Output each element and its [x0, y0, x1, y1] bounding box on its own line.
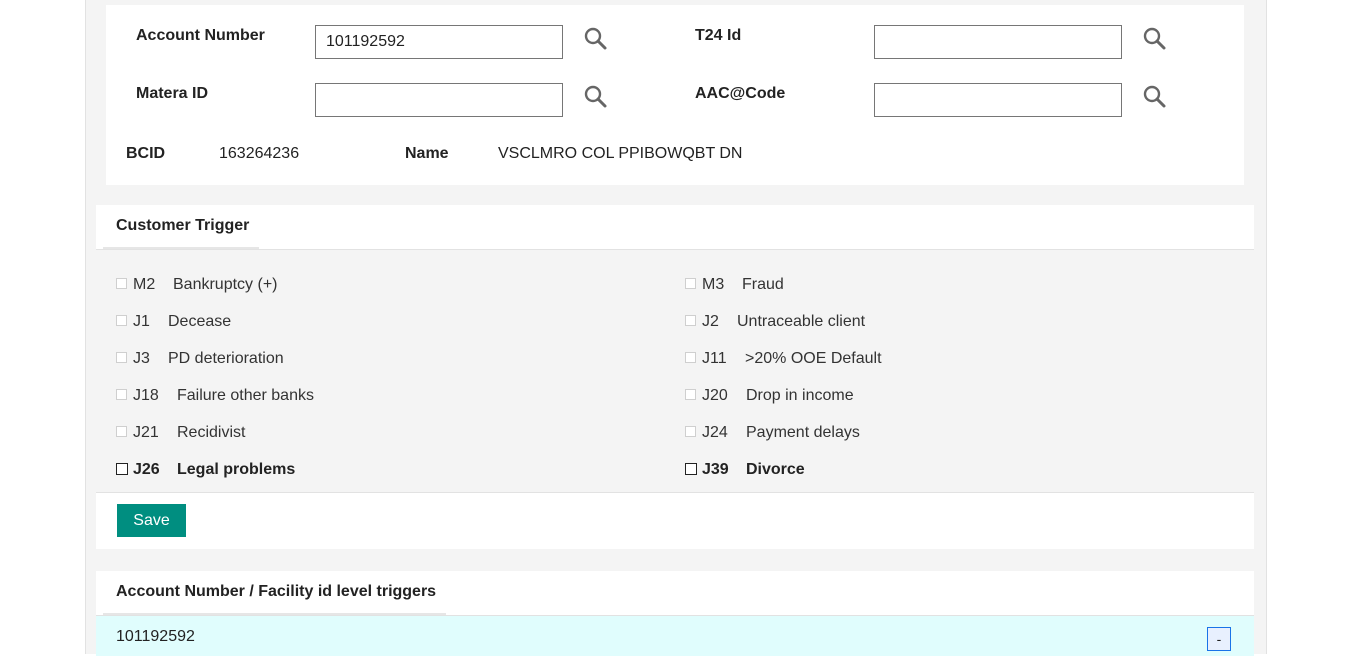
trigger-code: J26 [133, 461, 160, 478]
name-value: VSCLMRO COL PPIBOWQBT DN [498, 145, 743, 162]
account-number-label: Account Number [136, 27, 265, 44]
search-icon[interactable] [1142, 84, 1168, 110]
trigger-label: Drop in income [746, 387, 854, 404]
bcid-value: 163264236 [219, 145, 300, 162]
matera-id-label: Matera ID [136, 85, 209, 102]
save-button[interactable]: Save [117, 504, 186, 537]
checkbox[interactable] [116, 463, 128, 475]
trigger-label: Decease [168, 313, 232, 330]
trigger-code: J24 [702, 424, 728, 441]
trigger-label: PD deterioration [168, 350, 284, 367]
trigger-label: Recidivist [177, 424, 246, 441]
checkbox[interactable] [685, 315, 696, 326]
trigger-code: J39 [702, 461, 729, 478]
trigger-list: M2 Bankruptcy (+) M3 Fraud J1 Decease J2… [96, 250, 1254, 493]
account-number-value: 101192592 [116, 628, 195, 645]
trigger-code: J1 [133, 313, 150, 330]
checkbox[interactable] [116, 426, 127, 437]
search-icon[interactable] [583, 84, 609, 110]
checkbox[interactable] [116, 389, 127, 400]
trigger-label: Divorce [746, 461, 805, 478]
trigger-label: Bankruptcy (+) [173, 276, 278, 293]
checkbox[interactable] [685, 463, 697, 475]
checkbox[interactable] [685, 389, 696, 400]
account-row: 101192592 - [96, 616, 1254, 656]
trigger-label: Payment delays [746, 424, 860, 441]
account-triggers-title: Account Number / Facility id level trigg… [116, 583, 437, 600]
aac-code-label: AAC@Code [695, 85, 786, 102]
trigger-code: J11 [702, 350, 727, 367]
trigger-code: J18 [133, 387, 159, 404]
search-panel: Account Number T24 Id Matera ID AAC@Code… [106, 5, 1244, 185]
matera-id-input[interactable] [315, 83, 563, 117]
trigger-label: Untraceable client [737, 313, 866, 330]
account-triggers-section: Account Number / Facility id level trigg… [96, 571, 1254, 656]
section-divider [96, 492, 1254, 493]
checkbox[interactable] [116, 315, 127, 326]
collapse-button[interactable]: - [1207, 627, 1231, 651]
checkbox[interactable] [116, 278, 127, 289]
trigger-code: M3 [702, 276, 725, 293]
checkbox[interactable] [685, 426, 696, 437]
t24-id-input[interactable] [874, 25, 1122, 59]
trigger-code: J20 [702, 387, 728, 404]
trigger-code: J3 [133, 350, 150, 367]
trigger-label: Fraud [742, 276, 784, 293]
name-label: Name [405, 145, 449, 162]
t24-id-label: T24 Id [695, 27, 742, 44]
trigger-code: M2 [133, 276, 156, 293]
checkbox[interactable] [116, 352, 127, 363]
search-icon[interactable] [1142, 26, 1168, 52]
trigger-code: J2 [702, 313, 719, 330]
customer-trigger-section: Customer Trigger M2 Bankruptcy (+) M3 Fr… [96, 205, 1254, 549]
checkbox[interactable] [685, 352, 696, 363]
trigger-code: J21 [133, 424, 159, 441]
bcid-label: BCID [126, 145, 166, 162]
trigger-label: >20% OOE Default [745, 350, 882, 367]
trigger-label: Legal problems [177, 461, 296, 478]
account-number-input[interactable] [315, 25, 563, 59]
trigger-label: Failure other banks [177, 387, 314, 404]
checkbox[interactable] [685, 278, 696, 289]
search-icon[interactable] [583, 26, 609, 52]
customer-trigger-title: Customer Trigger [116, 217, 250, 234]
aac-code-input[interactable] [874, 83, 1122, 117]
